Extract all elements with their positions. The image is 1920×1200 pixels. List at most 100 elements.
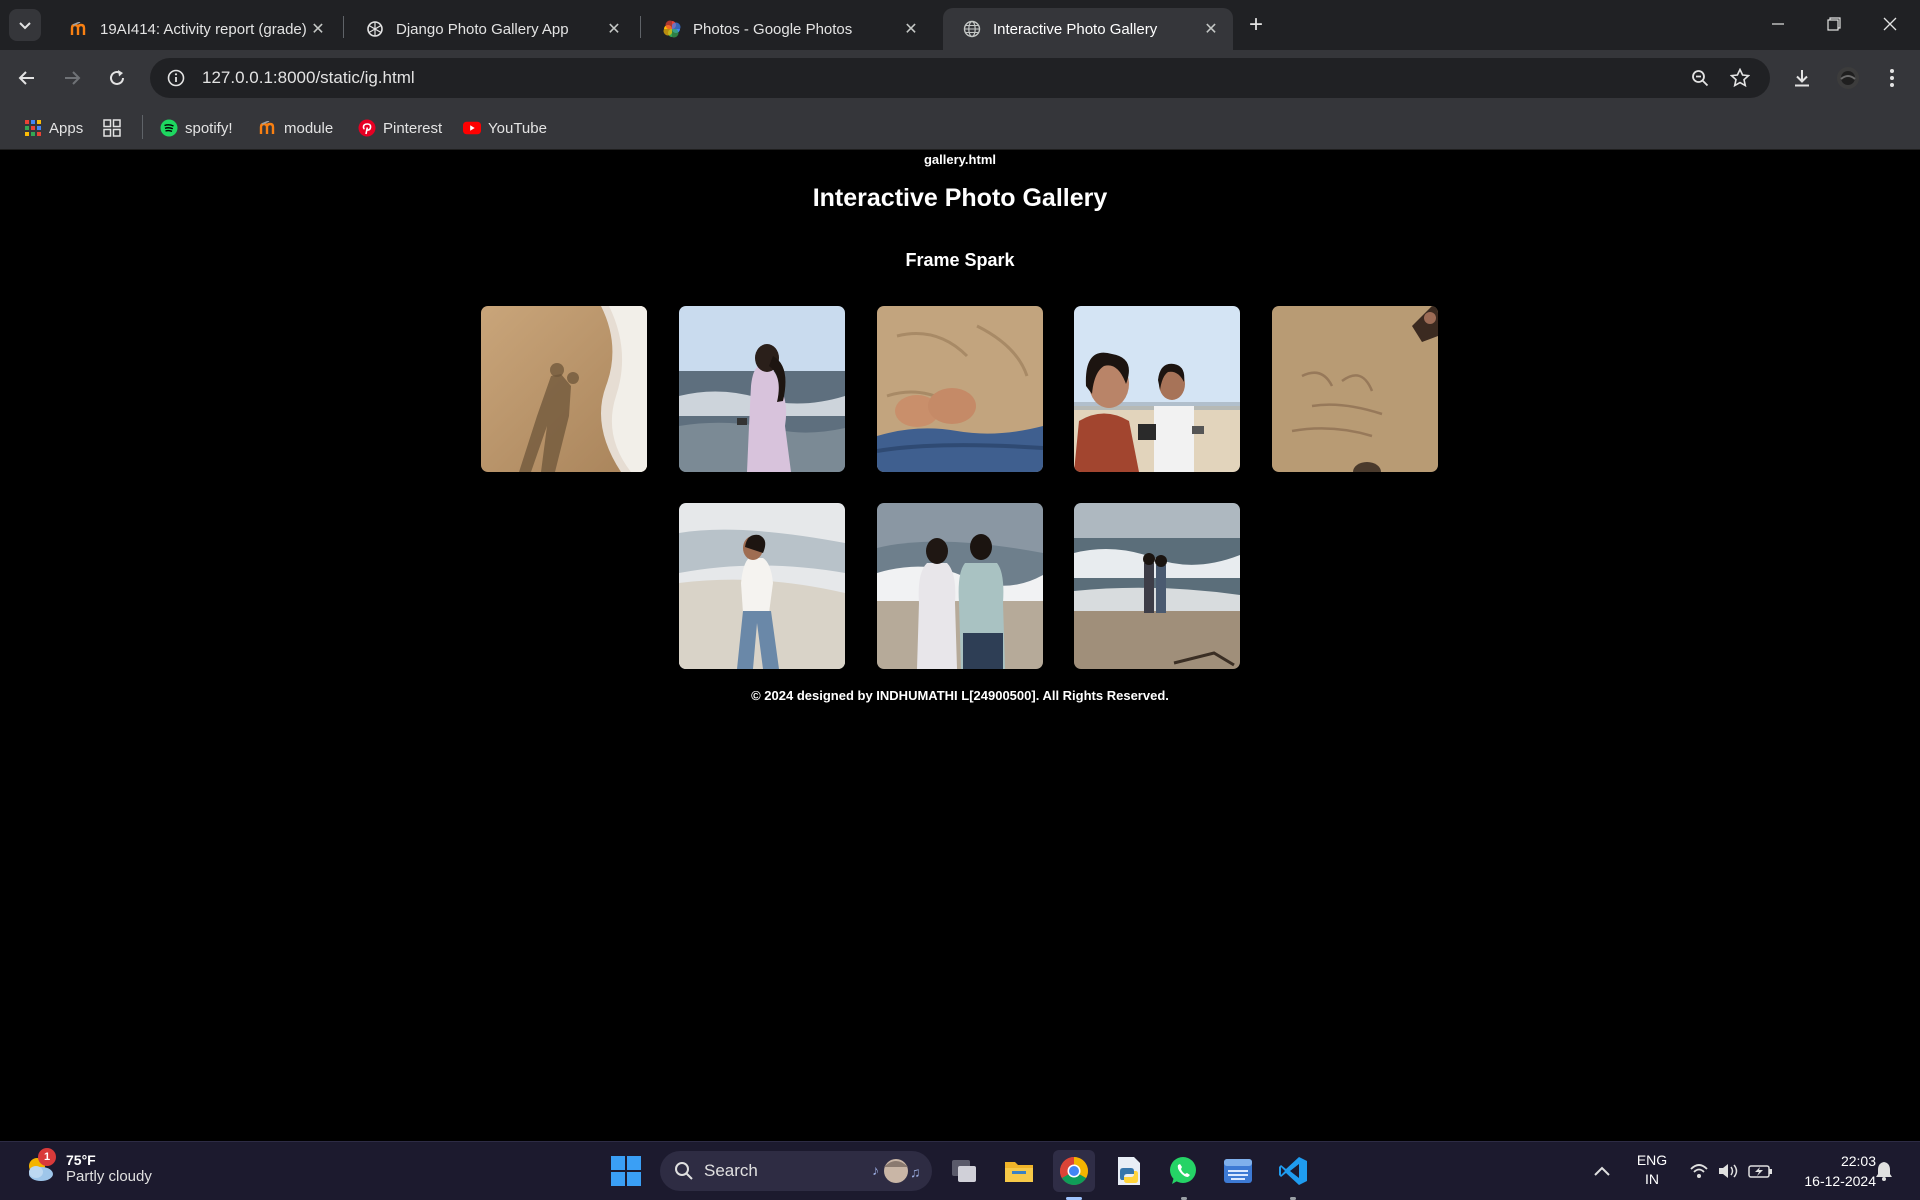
more-vert-icon: [1890, 69, 1894, 87]
minimize-button[interactable]: [1750, 0, 1806, 48]
star-icon: [1730, 68, 1750, 88]
tab-interactive-gallery[interactable]: Interactive Photo Gallery ✕: [943, 8, 1233, 50]
reload-button[interactable]: [99, 60, 135, 96]
gallery-subtitle: Frame Spark: [905, 250, 1015, 270]
tab-django-gallery[interactable]: Django Photo Gallery App ✕: [346, 8, 636, 50]
page-footer: © 2024 designed by INDHUMATHI L[24900500…: [751, 688, 1169, 703]
region-code: IN: [1645, 1171, 1659, 1187]
system-tray-quick-settings[interactable]: [1684, 1150, 1780, 1192]
tab-search-button[interactable]: [9, 9, 41, 41]
page-content: gallery.html Interactive Photo Gallery F…: [0, 151, 1920, 1141]
bookmark-apps[interactable]: Apps: [24, 114, 83, 142]
browser-toolbar: 127.0.0.1:8000/static/ig.html: [0, 50, 1920, 106]
restore-button[interactable]: [1806, 0, 1862, 48]
close-icon[interactable]: ✕: [901, 19, 921, 39]
python-files-button[interactable]: [1108, 1150, 1150, 1192]
whatsapp-button[interactable]: [1162, 1150, 1204, 1192]
back-button[interactable]: [9, 60, 45, 96]
reload-icon: [110, 70, 124, 85]
close-icon[interactable]: ✕: [308, 19, 328, 39]
tab-divider: [640, 16, 641, 38]
chrome-taskbar-button[interactable]: [1053, 1150, 1095, 1192]
zoom-button[interactable]: [1682, 60, 1718, 96]
chevron-up-icon: [1594, 1166, 1610, 1176]
close-icon[interactable]: ✕: [1201, 19, 1221, 39]
bookmark-module[interactable]: module: [259, 114, 333, 142]
close-icon: [1883, 17, 1897, 31]
close-icon[interactable]: ✕: [604, 19, 624, 39]
restore-icon: [1827, 17, 1841, 31]
site-info-icon[interactable]: [156, 69, 196, 87]
clock-date: 16-12-2024: [1804, 1173, 1876, 1189]
keyboard-icon: [1224, 1159, 1252, 1183]
weather-temp: 75°F: [66, 1151, 96, 1168]
windows-taskbar: 1 75°F Partly cloudy Search ♪ ♫ ENG IN 2…: [0, 1141, 1920, 1200]
vscode-icon: [1279, 1157, 1307, 1185]
windows-logo-icon: [611, 1156, 641, 1186]
google-photos-icon: [663, 20, 681, 38]
globe-icon: [963, 20, 981, 38]
tab-groups-button[interactable]: [103, 114, 128, 142]
new-tab-button[interactable]: +: [1242, 12, 1270, 40]
forward-button[interactable]: [54, 60, 90, 96]
search-highlight-icon: ♪ ♫: [872, 1159, 921, 1183]
bookmark-youtube[interactable]: YouTube: [463, 114, 547, 142]
tab-title: Django Photo Gallery App: [396, 20, 569, 38]
page-filename: gallery.html: [923, 152, 996, 167]
bookmark-spotify[interactable]: spotify!: [160, 114, 233, 142]
address-bar[interactable]: 127.0.0.1:8000/static/ig.html: [150, 58, 1770, 98]
bookmark-label: YouTube: [488, 119, 547, 137]
whatsapp-icon: [1170, 1157, 1196, 1184]
menu-button[interactable]: [1874, 60, 1910, 96]
file-explorer-button[interactable]: [998, 1150, 1040, 1192]
vscode-button[interactable]: [1272, 1150, 1314, 1192]
photo-girl-surf[interactable]: [679, 503, 845, 669]
tab-groups-icon: [103, 119, 121, 137]
clock[interactable]: 22:03 16-12-2024: [1776, 1151, 1876, 1191]
bell-icon: [1876, 1162, 1892, 1181]
photo-girl-sea-waves[interactable]: [679, 306, 845, 472]
arrow-left-icon: [18, 71, 34, 85]
language-code: ENG: [1636, 1152, 1668, 1168]
volume-icon: [1719, 1164, 1738, 1178]
search-icon: [675, 1162, 693, 1180]
bookmark-star-button[interactable]: [1722, 60, 1758, 96]
profile-avatar[interactable]: [1830, 60, 1866, 96]
page-title: Interactive Photo Gallery: [812, 184, 1108, 212]
bookmark-label: module: [284, 119, 334, 137]
close-window-button[interactable]: [1862, 0, 1918, 48]
task-view-icon: [952, 1160, 976, 1182]
chrome-icon: [1060, 1157, 1088, 1185]
photo-couple-far-shore[interactable]: [1074, 503, 1240, 669]
bookmark-label: spotify!: [185, 119, 233, 137]
task-view-button[interactable]: [943, 1150, 985, 1192]
browser-tab-strip: 19AI414: Activity report (grade) ✕ Djang…: [0, 0, 1920, 50]
tab-google-photos[interactable]: Photos - Google Photos ✕: [643, 8, 933, 50]
photo-feet-sand[interactable]: [877, 306, 1043, 472]
bookmark-divider: [142, 115, 143, 139]
taskbar-search[interactable]: Search ♪ ♫: [660, 1151, 932, 1191]
tab-title: 19AI414: Activity report (grade): [100, 20, 307, 38]
battery-icon: [1748, 1165, 1772, 1178]
show-hidden-icons-button[interactable]: [1581, 1150, 1623, 1192]
downloads-button[interactable]: [1784, 60, 1820, 96]
folder-icon: [1005, 1162, 1033, 1182]
photo-couple-waves[interactable]: [877, 503, 1043, 669]
chevron-down-icon: [19, 22, 31, 30]
bookmark-pinterest[interactable]: Pinterest: [358, 114, 442, 142]
weather-condition: Partly cloudy: [66, 1167, 152, 1185]
start-button[interactable]: [605, 1150, 647, 1192]
clock-time: 22:03: [1840, 1153, 1876, 1169]
photo-two-girls-beach[interactable]: [1074, 306, 1240, 472]
language-indicator[interactable]: ENG IN: [1627, 1151, 1677, 1189]
photo-writing-sand[interactable]: [1272, 306, 1438, 472]
tab-title: Interactive Photo Gallery: [993, 20, 1158, 38]
notifications-button[interactable]: [1864, 1150, 1904, 1192]
keyboard-app-button[interactable]: [1217, 1150, 1259, 1192]
photo-shadow-beach[interactable]: [481, 306, 647, 472]
bookmark-label: Pinterest: [383, 119, 443, 137]
arrow-right-icon: [65, 71, 81, 85]
python-file-icon: [1118, 1157, 1140, 1185]
tab-activity-report[interactable]: 19AI414: Activity report (grade) ✕: [50, 8, 340, 50]
weather-widget[interactable]: 1 75°F Partly cloudy: [22, 1148, 152, 1186]
